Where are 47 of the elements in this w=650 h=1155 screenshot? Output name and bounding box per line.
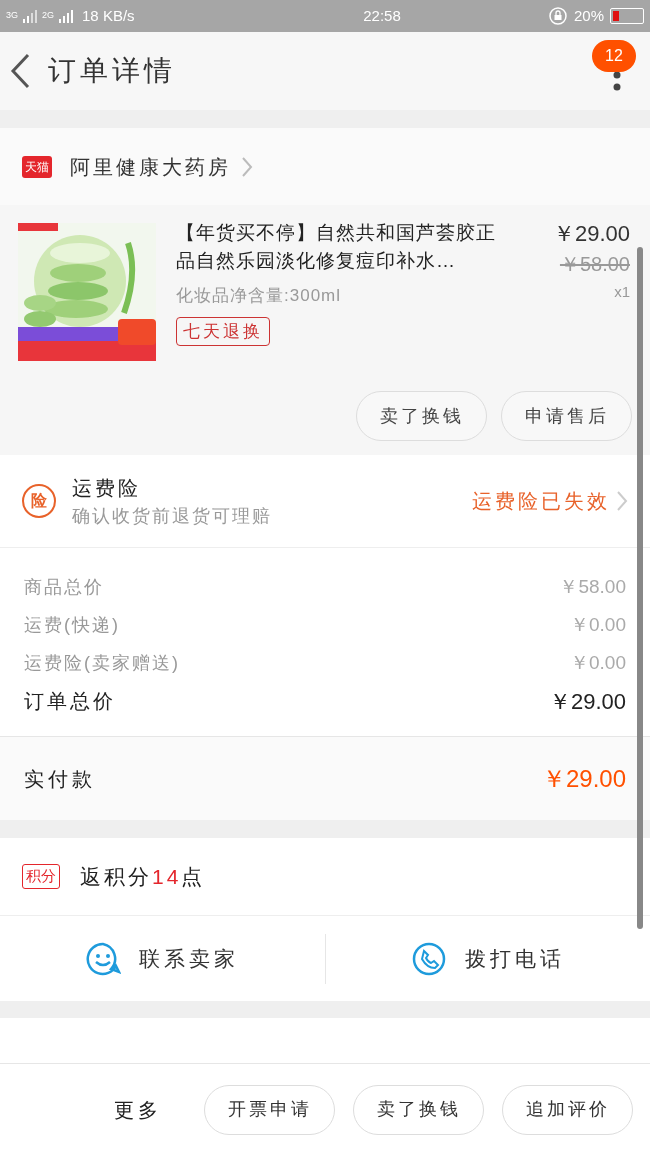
action-button[interactable]: 申请售后 — [501, 391, 632, 441]
chevron-right-icon — [616, 490, 628, 512]
points-text: 返积分14点 — [80, 863, 206, 890]
action-button[interactable]: 卖了换钱 — [356, 391, 487, 441]
insurance-badge: 险 — [22, 484, 56, 518]
network-label: 2G — [42, 9, 55, 23]
battery-icon — [610, 8, 644, 24]
fee-label: 订单总价 — [24, 689, 116, 714]
chevron-right-icon — [241, 155, 253, 178]
signal-icon — [58, 9, 75, 23]
contact-button[interactable]: 拨打电话 — [325, 933, 650, 984]
battery-percent: 20% — [573, 5, 604, 26]
action-button[interactable]: 卖了换钱 — [353, 1084, 484, 1135]
fee-value: ￥0.00 — [570, 612, 626, 637]
fee-value: ￥0.00 — [570, 650, 626, 675]
network-label: 3G — [6, 9, 18, 23]
action-button[interactable]: 开票申请 — [204, 1084, 335, 1135]
contact-button[interactable]: 联系卖家 — [0, 933, 326, 984]
network-speed: 18 KB/s — [82, 5, 135, 26]
store-name[interactable]: 阿里健康大药房 — [70, 151, 231, 182]
insurance-title: 运费险 — [72, 475, 142, 501]
product-price: ￥29.00 — [552, 220, 630, 248]
rotation-lock-icon — [547, 6, 568, 26]
store-tag: 天猫 — [22, 155, 52, 178]
clock: 22:58 — [362, 5, 402, 26]
action-button[interactable]: 追加评价 — [502, 1084, 633, 1135]
insurance-note: 确认收货前退货可理赔 — [72, 504, 273, 528]
page-title: 订单详情 — [48, 54, 176, 88]
fee-label: 运费(快递) — [24, 613, 120, 637]
fee-label: 运费险(卖家赠送) — [24, 651, 180, 675]
product-spec: 化妆品净含量:300ml — [176, 285, 343, 307]
fee-value: ￥29.00 — [548, 687, 626, 716]
payment-label: 实付款 — [24, 766, 96, 792]
phone-icon — [410, 940, 447, 977]
fee-label: 商品总价 — [24, 575, 104, 599]
original-price: ￥58.00 — [559, 252, 630, 277]
signal-icon — [22, 9, 38, 23]
points-tag: 积分 — [22, 864, 60, 889]
payment-amount: ￥29.00 — [541, 763, 626, 794]
return-policy-tag: 七天退换 — [176, 316, 270, 346]
back-icon — [8, 52, 32, 90]
notification-badge: 12 — [592, 40, 636, 72]
quantity: x1 — [614, 282, 630, 302]
product-title[interactable]: 【年货买不停】自然共和国芦荟胶正品自然乐园淡化修复痘印补水… — [176, 219, 526, 275]
chat-icon — [85, 940, 122, 977]
fee-value: ￥58.00 — [559, 574, 626, 599]
more-button[interactable]: 更多 — [114, 1094, 162, 1125]
